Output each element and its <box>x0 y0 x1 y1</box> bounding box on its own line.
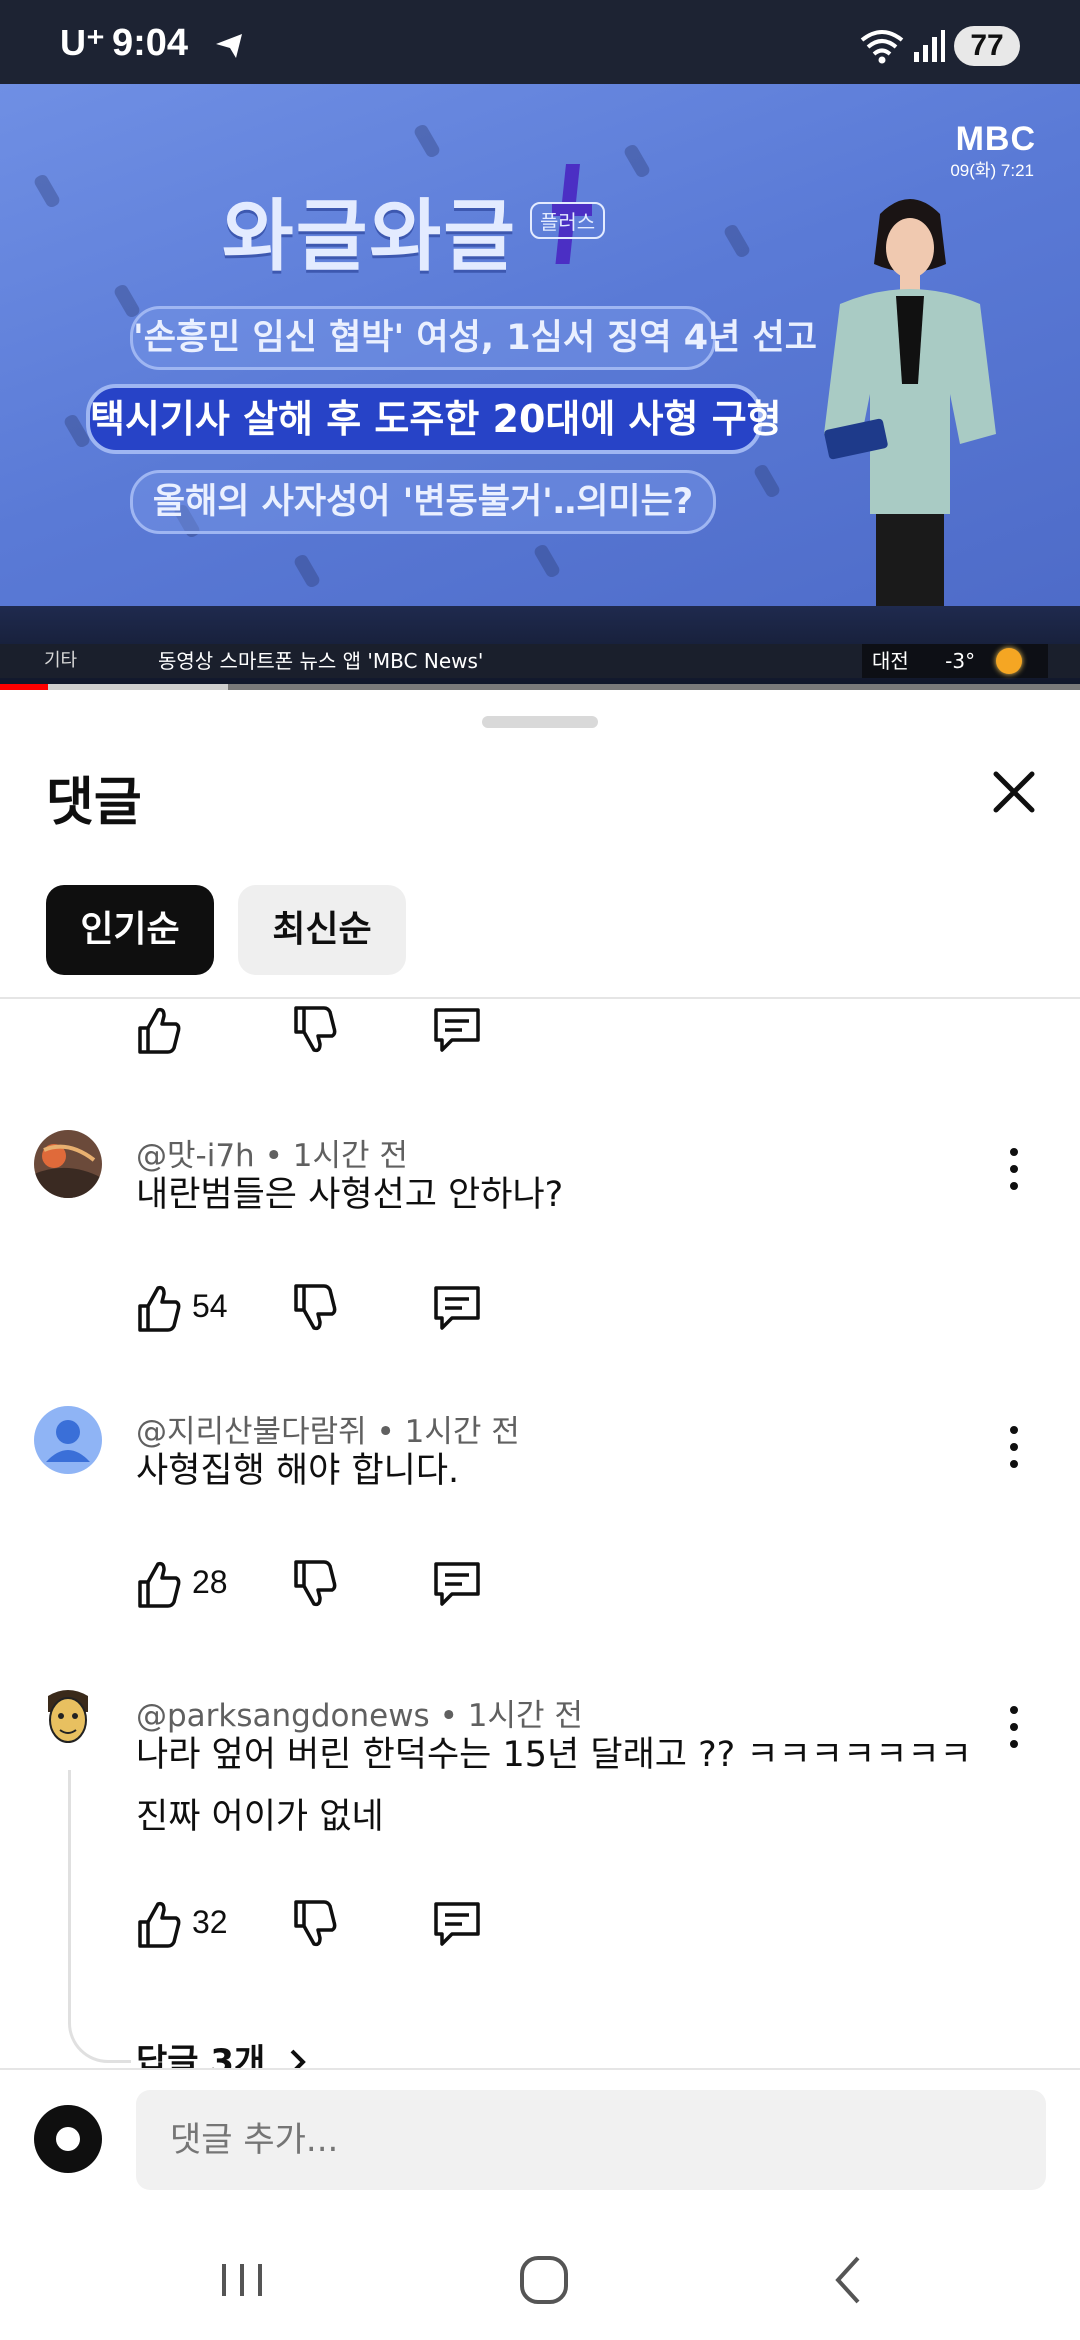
home-icon[interactable] <box>514 2250 574 2310</box>
headline-1: '손흥민 임신 협박' 여성, 1심서 징역 4년 선고 <box>130 306 817 370</box>
clock: 9:04 <box>112 22 189 64</box>
close-icon[interactable] <box>986 764 1042 820</box>
news-anchor-figure <box>824 199 996 654</box>
show-title: 와글와글 <box>222 192 518 282</box>
divider <box>0 997 1080 999</box>
video-player[interactable]: MBC 09(화) 7:21 와글와글 플러스 '손흥민 임신 협박' 여성, … <box>0 84 1080 690</box>
reply-icon[interactable] <box>432 1556 482 1612</box>
recent-apps-icon[interactable] <box>212 2250 272 2310</box>
avatar[interactable] <box>34 1406 102 1474</box>
channel-logo: MBC <box>955 120 1036 158</box>
dislike-icon[interactable] <box>292 1002 338 1058</box>
dislike-icon[interactable] <box>292 1556 338 1612</box>
like-icon[interactable] <box>136 1556 182 1612</box>
show-badge: 플러스 <box>530 202 606 239</box>
headline-2-highlighted: 택시기사 살해 후 도주한 20대에 사형 구형 <box>86 384 782 454</box>
news-ticker: 기타 동영상 스마트폰 뉴스 앱 'MBC News' 대전 -3° <box>0 644 1080 678</box>
system-nav-bar <box>0 2220 1080 2340</box>
like-icon[interactable] <box>136 1002 182 1058</box>
sort-chip-popular[interactable]: 인기순 <box>46 885 214 975</box>
battery-indicator: 77 <box>954 26 1020 66</box>
back-icon[interactable] <box>820 2250 880 2310</box>
weather-temp: -3° <box>945 649 976 673</box>
carrier-label: U⁺ <box>60 22 105 63</box>
sort-chip-newest[interactable]: 최신순 <box>238 885 406 975</box>
avatar[interactable] <box>34 1682 102 1750</box>
like-count: 54 <box>192 1288 228 1324</box>
weather-sun-icon <box>996 648 1022 674</box>
comment-text: 사형집행 해야 합니다. <box>136 1451 460 1491</box>
dislike-icon[interactable] <box>292 1896 338 1952</box>
like-icon[interactable] <box>136 1896 182 1952</box>
broadcast-time: 09(화) 7:21 <box>950 161 1034 180</box>
signal-icon <box>914 30 945 62</box>
comment-text: 내란범들은 사형선고 안하나? <box>136 1175 564 1215</box>
user-avatar[interactable] <box>34 2105 102 2173</box>
thread-line <box>68 1770 131 2063</box>
reply-icon[interactable] <box>432 1280 482 1336</box>
like-count: 28 <box>192 1564 228 1600</box>
add-comment-input[interactable] <box>136 2090 1046 2190</box>
comment-text-line-1: 나라 엎어 버린 한덕수는 15년 달래고 ?? ㅋㅋㅋㅋㅋㅋㅋ <box>136 1735 972 1775</box>
comment-composer <box>0 2068 1080 2222</box>
like-icon[interactable] <box>136 1280 182 1336</box>
comment-text-line-2: 진짜 어이가 없네 <box>136 1797 384 1837</box>
headline-3: 올해의 사자성어 '변동불거'‥의미는? <box>130 470 716 534</box>
status-bar: U⁺ 9:04 77 <box>0 0 1080 84</box>
ticker-tag: 기타 <box>44 650 78 671</box>
drag-handle[interactable] <box>482 716 598 728</box>
reply-icon[interactable] <box>432 1002 482 1058</box>
like-count: 32 <box>192 1904 228 1940</box>
sheet-title: 댓글 <box>46 773 142 833</box>
reply-icon[interactable] <box>432 1896 482 1952</box>
avatar[interactable] <box>34 1130 102 1198</box>
ticker-message: 동영상 스마트폰 뉴스 앱 'MBC News' <box>158 649 484 673</box>
location-icon <box>216 34 242 58</box>
wifi-icon <box>860 30 904 64</box>
weather-city: 대전 <box>872 649 909 673</box>
dislike-icon[interactable] <box>292 1280 338 1336</box>
